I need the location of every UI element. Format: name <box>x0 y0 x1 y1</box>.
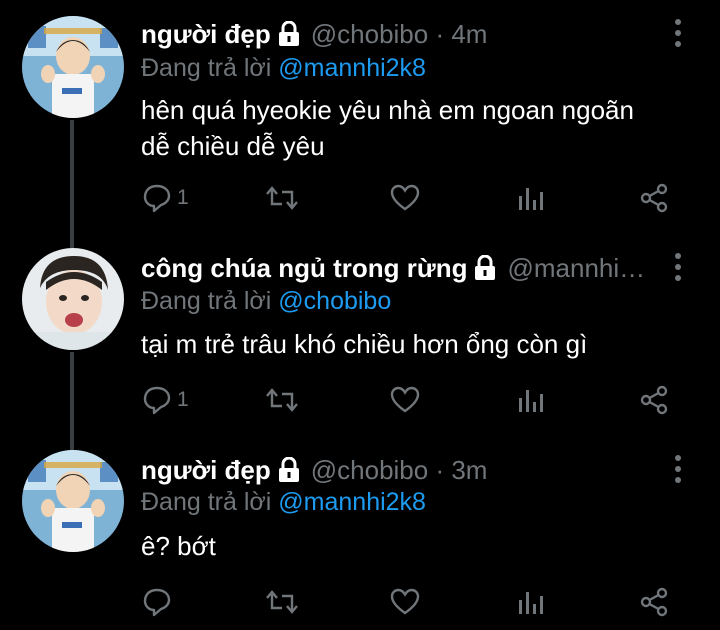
like-icon <box>390 386 420 413</box>
reply-icon <box>143 184 171 213</box>
lock-icon <box>277 456 301 483</box>
tweet-actions <box>0 582 720 622</box>
share-icon <box>640 183 668 213</box>
mention-link[interactable]: @mannhi2k8 <box>278 488 426 516</box>
lock-icon <box>277 20 301 47</box>
analytics-icon <box>519 592 543 614</box>
tweet-header: công chúa ngủ trong rừng @mannhi… <box>141 250 660 286</box>
analytics-icon <box>519 390 543 412</box>
retweet-icon <box>266 388 298 412</box>
analytics-button[interactable] <box>517 582 545 622</box>
tweet-text-line: ê? bớt <box>141 531 216 561</box>
handle-timestamp[interactable]: @chobibo · 3m <box>311 455 488 486</box>
like-icon <box>390 588 420 615</box>
replying-to-label: Đang trả lời <box>141 287 279 315</box>
replying-to-label: Đang trả lời <box>141 54 279 82</box>
like-icon <box>390 184 420 211</box>
lock-icon <box>473 254 497 281</box>
retweet-button[interactable] <box>264 582 300 622</box>
reply-button[interactable]: 1 <box>141 178 189 218</box>
retweet-icon <box>266 590 298 614</box>
more-icon[interactable] <box>672 454 684 484</box>
share-button[interactable] <box>638 380 670 420</box>
tweet-header: người đẹp @chobibo · 3m <box>141 452 660 488</box>
tweet-text: ê? bớt <box>141 528 680 564</box>
display-name[interactable]: công chúa ngủ trong rừng <box>141 253 467 284</box>
like-button[interactable] <box>389 582 421 622</box>
tweet[interactable]: người đẹp @chobibo · 4m Đang trả lời @ma… <box>0 0 720 230</box>
analytics-icon <box>519 188 543 210</box>
replying-to: Đang trả lời @chobibo <box>141 287 391 316</box>
tweet-header: người đẹp @chobibo · 4m <box>141 16 660 52</box>
share-icon <box>640 587 668 617</box>
retweet-button[interactable] <box>264 380 300 420</box>
tweet-text-line: hên quá hyeokie yêu nhà em ngoan ngoãn <box>141 95 634 125</box>
like-button[interactable] <box>389 380 421 420</box>
more-icon[interactable] <box>672 252 684 282</box>
reply-icon <box>143 588 171 617</box>
analytics-button[interactable] <box>517 380 545 420</box>
avatar[interactable] <box>22 16 124 118</box>
share-button[interactable] <box>638 582 670 622</box>
display-name[interactable]: người đẹp <box>141 455 271 486</box>
display-name[interactable]: người đẹp <box>141 19 271 50</box>
avatar[interactable] <box>22 248 124 350</box>
avatar[interactable] <box>22 450 124 552</box>
mention-link[interactable]: @mannhi2k8 <box>278 54 426 82</box>
retweet-button[interactable] <box>264 178 300 218</box>
replying-to: Đang trả lời @mannhi2k8 <box>141 54 426 83</box>
share-button[interactable] <box>638 178 670 218</box>
retweet-icon <box>266 186 298 210</box>
more-icon[interactable] <box>672 18 684 48</box>
tweet-text-line: tại m trẻ trâu khó chiều hơn ổng còn gì <box>141 329 588 359</box>
share-icon <box>640 385 668 415</box>
tweet-text: hên quá hyeokie yêu nhà em ngoan ngoãn d… <box>141 92 680 164</box>
tweet-actions: 1 <box>0 178 720 218</box>
reply-count: 1 <box>177 388 189 411</box>
handle-timestamp[interactable]: @chobibo · 4m <box>311 19 488 50</box>
like-button[interactable] <box>389 178 421 218</box>
reply-button[interactable] <box>141 582 177 622</box>
tweet-actions: 1 <box>0 380 720 420</box>
reply-icon <box>143 386 171 415</box>
replying-to-label: Đang trả lời <box>141 488 279 516</box>
reply-button[interactable]: 1 <box>141 380 189 420</box>
handle-timestamp[interactable]: @mannhi… <box>507 253 645 284</box>
mention-link[interactable]: @chobibo <box>278 287 391 315</box>
reply-count: 1 <box>177 186 189 209</box>
tweet-text-line: dễ chiều dễ yêu <box>141 131 325 161</box>
tweet-text: tại m trẻ trâu khó chiều hơn ổng còn gì <box>141 326 680 362</box>
replying-to: Đang trả lời @mannhi2k8 <box>141 488 426 517</box>
analytics-button[interactable] <box>517 178 545 218</box>
